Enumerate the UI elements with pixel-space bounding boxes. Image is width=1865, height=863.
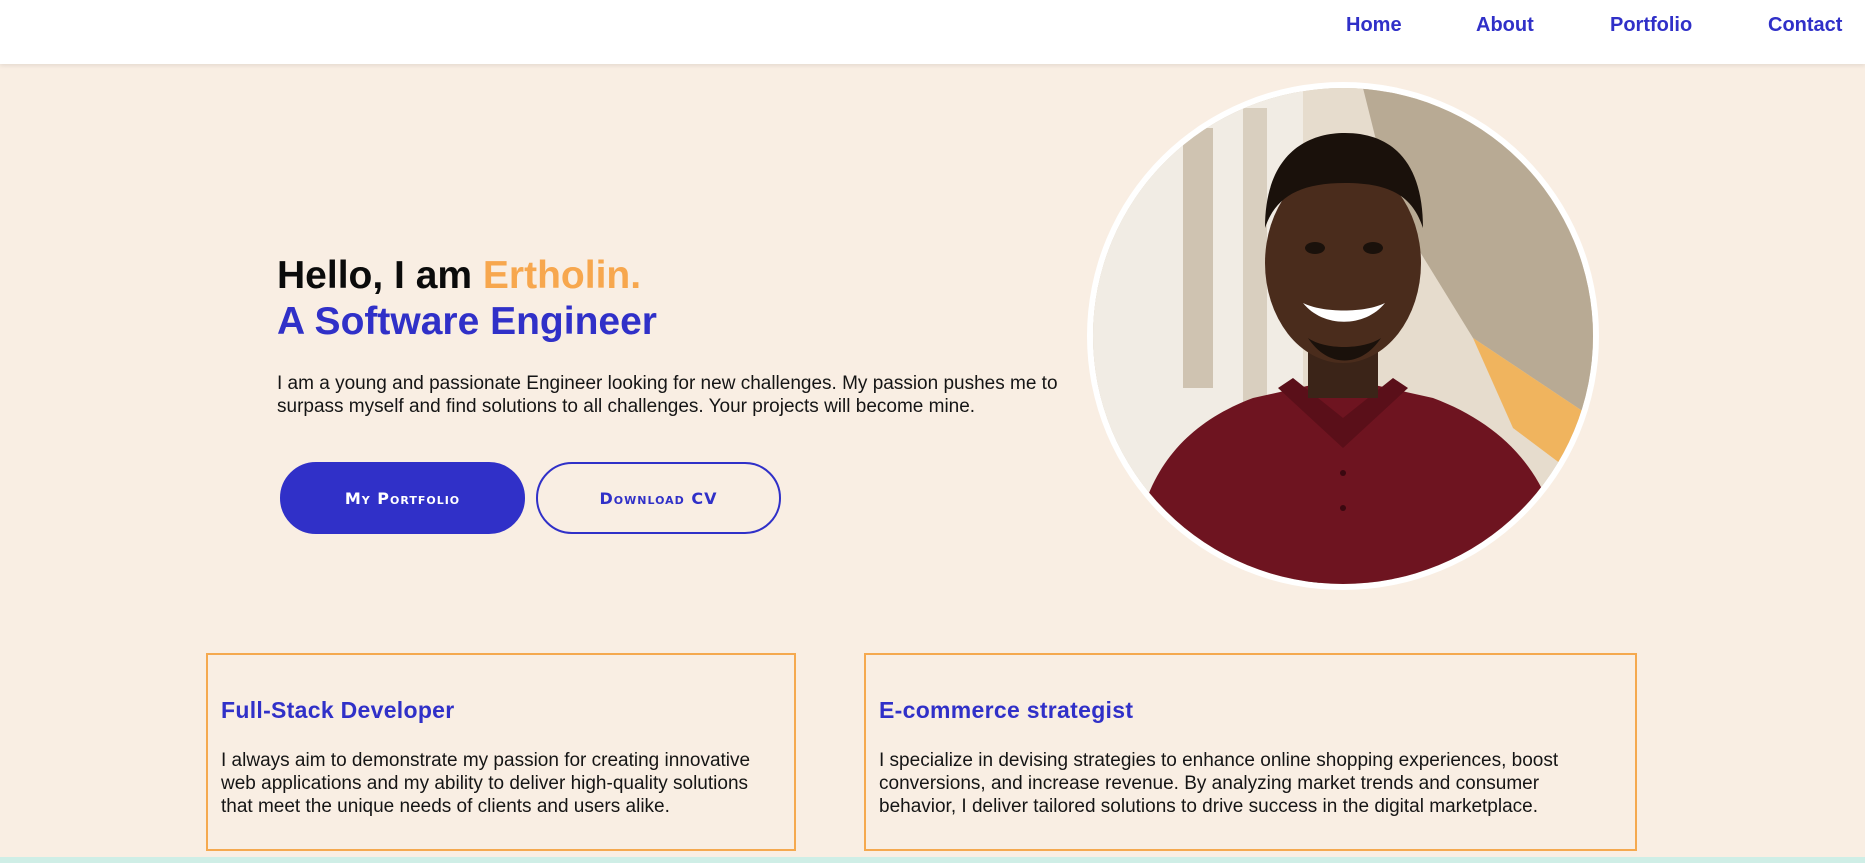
card-title: E-commerce strategist [879, 697, 1134, 723]
my-portfolio-button[interactable]: My Portfolio [280, 462, 525, 534]
nav-about-link[interactable]: About [1476, 14, 1534, 37]
nav-contact-link[interactable]: Contact [1768, 14, 1842, 37]
profile-photo-illustration [1093, 88, 1593, 584]
hero-subtitle: A Software Engineer [277, 300, 657, 343]
bottom-divider [0, 857, 1865, 863]
service-card-fullstack: Full-Stack Developer I always aim to dem… [206, 653, 796, 851]
nav-home-link[interactable]: Home [1346, 14, 1402, 37]
download-cv-button[interactable]: Download CV [536, 462, 781, 534]
nav-portfolio-link[interactable]: Portfolio [1610, 14, 1692, 37]
top-navbar: Home About Portfolio Contact [0, 0, 1865, 64]
card-description: I always aim to demonstrate my passion f… [221, 750, 751, 817]
hero-name: Ertholin. [482, 254, 642, 297]
card-description: I specialize in devising strategies to e… [879, 750, 1559, 817]
profile-photo [1087, 82, 1599, 590]
hero-description: I am a young and passionate Engineer loo… [277, 373, 1058, 417]
service-card-ecommerce: E-commerce strategist I specialize in de… [864, 653, 1637, 851]
hero-title: Hello, I am Ertholin. [277, 253, 641, 299]
card-title: Full-Stack Developer [221, 697, 455, 723]
hero-greeting: Hello, I am [277, 254, 483, 297]
